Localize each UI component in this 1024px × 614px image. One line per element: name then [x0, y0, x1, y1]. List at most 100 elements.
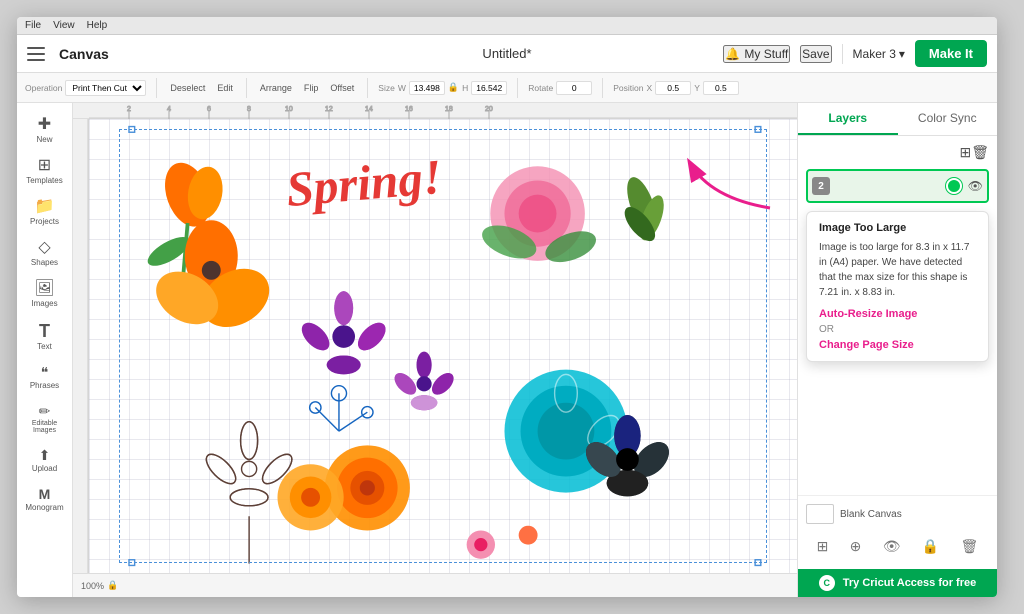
- layer-active-indicator: [946, 178, 962, 194]
- top-right-actions: 🔔 My Stuff Save Maker 3 ▾ Make It: [723, 40, 987, 67]
- menu-bar[interactable]: File View Help: [25, 20, 107, 31]
- pos-x-input[interactable]: [655, 81, 691, 95]
- save-button[interactable]: Save: [800, 45, 831, 63]
- upload-icon: ⬆: [39, 448, 51, 462]
- cricut-icon: C: [819, 575, 835, 591]
- sidebar-item-monogram[interactable]: M Monogram: [21, 481, 69, 518]
- lock-icon: 🔒: [448, 82, 459, 93]
- svg-text:10: 10: [285, 106, 293, 113]
- text-icon: T: [39, 322, 50, 340]
- offset-button[interactable]: Offset: [327, 82, 357, 94]
- layer-number: 2: [812, 177, 830, 195]
- pb-eye-button[interactable]: 👁: [881, 536, 903, 557]
- sidebar-item-projects[interactable]: 📁 Projects: [21, 193, 69, 232]
- size-group: Size W 🔒 H: [378, 81, 507, 95]
- position-group: Position X Y: [613, 81, 739, 95]
- sub-toolbar: Operation Print Then Cut Deselect Edit A…: [17, 73, 997, 103]
- change-page-size-link[interactable]: Change Page Size: [819, 339, 976, 351]
- svg-text:12: 12: [325, 106, 333, 113]
- edit-button[interactable]: Edit: [214, 82, 236, 94]
- panel-content: ⊞ 🗑 2 👁 Image Too Large Image is too lar…: [798, 136, 997, 495]
- height-input[interactable]: [471, 81, 507, 95]
- pb-delete-button[interactable]: 🗑: [959, 536, 981, 557]
- sidebar-item-images[interactable]: 🖼 Images: [21, 275, 69, 314]
- panel-bottom: Blank Canvas ⊞ ⊕ 👁 🔒 🗑: [798, 495, 997, 569]
- zoom-value: 100%: [81, 581, 104, 591]
- operation-label: Operation: [25, 83, 62, 93]
- title-bar-menus: File View Help: [25, 20, 107, 31]
- menu-file[interactable]: File: [25, 20, 41, 31]
- sidebar-item-text[interactable]: T Text: [21, 316, 69, 357]
- divider3: [367, 78, 368, 98]
- layer-delete-button[interactable]: 🗑: [971, 144, 989, 161]
- width-label: W: [398, 83, 406, 93]
- try-cricut-bar[interactable]: C Try Cricut Access for free: [798, 569, 997, 597]
- panel-tabs: Layers Color Sync: [798, 103, 997, 136]
- svg-text:14: 14: [365, 106, 373, 113]
- images-icon: 🖼: [34, 281, 54, 297]
- svg-text:8: 8: [247, 106, 251, 113]
- my-stuff-button[interactable]: 🔔 My Stuff: [723, 45, 790, 63]
- layer-actions: ⊞ 🗑: [806, 144, 989, 161]
- sidebar-label-phrases: Phrases: [30, 381, 59, 390]
- maker-button[interactable]: Maker 3 ▾: [853, 47, 905, 61]
- svg-text:18: 18: [445, 106, 453, 113]
- divider: [842, 44, 843, 64]
- sidebar-label-editable-images: Editable Images: [25, 420, 65, 434]
- position-label: Position: [613, 83, 643, 93]
- error-tooltip: Image Too Large Image is too large for 8…: [806, 211, 989, 362]
- make-it-button[interactable]: Make It: [915, 40, 987, 67]
- auto-resize-link[interactable]: Auto-Resize Image: [819, 308, 976, 320]
- app-header: Canvas Untitled* 🔔 My Stuff Save Maker 3…: [17, 35, 997, 73]
- menu-help[interactable]: Help: [87, 20, 108, 31]
- sidebar-label-projects: Projects: [30, 217, 59, 226]
- deselect-button[interactable]: Deselect: [167, 82, 208, 94]
- svg-text:20: 20: [485, 106, 493, 113]
- canvas-label: Canvas: [59, 46, 109, 62]
- layer-item[interactable]: 2 👁: [806, 169, 989, 203]
- left-sidebar: ✚ New ⊞ Templates 📁 Projects ◇ Shapes 🖼 …: [17, 103, 73, 597]
- sidebar-item-editable-images[interactable]: ✏ Editable Images: [21, 398, 69, 440]
- lock-icon-bottom: 🔒: [107, 580, 118, 591]
- flip-button[interactable]: Flip: [301, 82, 322, 94]
- tab-layers[interactable]: Layers: [798, 103, 898, 135]
- svg-text:4: 4: [167, 106, 171, 113]
- layer-group-button[interactable]: ⊞: [959, 144, 971, 161]
- sidebar-item-phrases[interactable]: ❝ Phrases: [21, 359, 69, 396]
- svg-text:16: 16: [405, 106, 413, 113]
- shapes-icon: ◇: [38, 240, 50, 256]
- width-input[interactable]: [409, 81, 445, 95]
- pos-y-input[interactable]: [703, 81, 739, 95]
- rotate-input[interactable]: [556, 81, 592, 95]
- hamburger-button[interactable]: [17, 35, 55, 73]
- arrange-button[interactable]: Arrange: [257, 82, 295, 94]
- sidebar-item-shapes[interactable]: ◇ Shapes: [21, 234, 69, 273]
- tab-color-sync[interactable]: Color Sync: [898, 103, 998, 135]
- size-label: Size: [378, 83, 395, 93]
- projects-icon: 📁: [35, 199, 55, 215]
- operation-select[interactable]: Print Then Cut: [65, 80, 146, 96]
- height-label: H: [462, 83, 468, 93]
- pb-grid-button[interactable]: ⊞: [815, 536, 831, 557]
- monogram-icon: M: [39, 487, 51, 501]
- sidebar-item-templates[interactable]: ⊞ Templates: [21, 152, 69, 191]
- app-title: Untitled*: [482, 46, 531, 61]
- divider2: [246, 78, 247, 98]
- sidebar-label-monogram: Monogram: [25, 503, 63, 512]
- ruler-top: 2 4 6 8 10 12 14 16 18 20: [73, 103, 797, 119]
- blank-canvas-thumb: [806, 504, 834, 524]
- phrases-icon: ❝: [41, 365, 49, 379]
- sidebar-item-upload[interactable]: ⬆ Upload: [21, 442, 69, 479]
- error-title: Image Too Large: [819, 222, 976, 234]
- menu-view[interactable]: View: [53, 20, 75, 31]
- my-stuff-label: My Stuff: [744, 47, 788, 61]
- sidebar-item-new[interactable]: ✚ New: [21, 111, 69, 150]
- error-body: Image is too large for 8.3 in x 11.7 in …: [819, 240, 976, 300]
- pb-add-button[interactable]: ⊕: [848, 536, 864, 557]
- sidebar-label-shapes: Shapes: [31, 258, 58, 267]
- sidebar-label-new: New: [36, 135, 52, 144]
- zoom-display: 100% 🔒: [81, 580, 118, 591]
- layer-visibility-button[interactable]: 👁: [968, 179, 983, 193]
- pb-lock-button[interactable]: 🔒: [920, 536, 941, 557]
- title-bar: File View Help: [17, 17, 997, 35]
